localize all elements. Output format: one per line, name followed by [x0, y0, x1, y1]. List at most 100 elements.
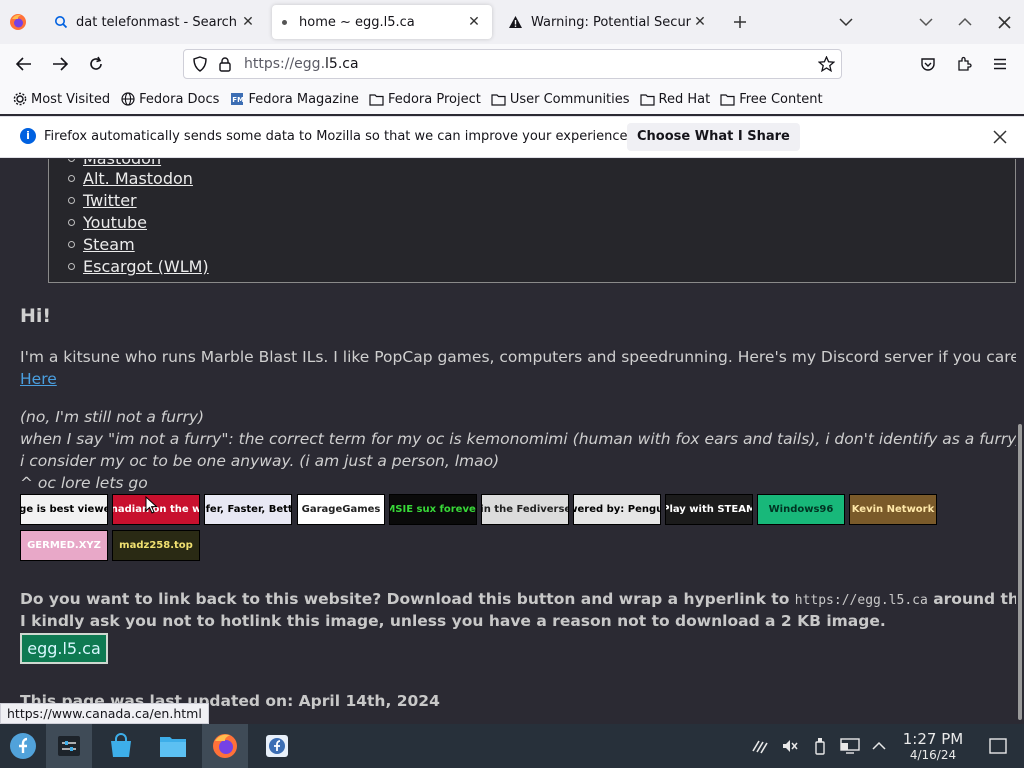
taskbar-files[interactable] [150, 724, 196, 768]
close-icon[interactable]: ✕ [240, 14, 256, 30]
social-link-label: Alt. Mastodon [83, 169, 193, 188]
social-link-label: Youtube [83, 213, 147, 232]
badge-fediverse[interactable]: Join the Fediverse!! [481, 494, 569, 525]
badge-madz258[interactable]: madz258.top [112, 530, 200, 561]
lock-icon[interactable] [218, 56, 232, 72]
usb-drive-icon [815, 738, 825, 755]
app-menu-button[interactable] [988, 52, 1012, 76]
tab-warning[interactable]: Warning: Potential Security ✕ [498, 5, 718, 39]
bullet [68, 197, 75, 204]
social-link-label: Steam [83, 235, 135, 254]
dot-icon [282, 19, 287, 25]
badge-best-viewed[interactable]: This page is best viewed with: [20, 494, 108, 525]
bookmark-label: Red Hat [658, 91, 711, 107]
scrollbar-thumb[interactable] [1018, 424, 1022, 720]
taskbar-fedora-app[interactable] [254, 724, 300, 768]
folder-icon [639, 92, 655, 107]
minimize-button[interactable] [914, 10, 938, 34]
bullet [68, 263, 75, 270]
url-bar[interactable]: https://egg.l5.ca [183, 49, 842, 79]
linkback-text-part: around the image. [933, 590, 1016, 608]
url-text[interactable]: https://egg.l5.ca [244, 56, 359, 72]
clock[interactable]: 1:27 PM 4/16/24 [900, 731, 966, 763]
folder-icon [491, 92, 506, 107]
bookmark-user-communities[interactable]: User Communities [491, 92, 630, 107]
taskbar-discover[interactable] [98, 724, 144, 768]
badge-germed[interactable]: GERMED.XYZ [20, 530, 108, 561]
badge-msie-sux[interactable]: MSIE sux forever [389, 494, 477, 525]
folder-icon [720, 92, 735, 107]
shield-icon[interactable] [192, 56, 208, 72]
gear-icon [12, 92, 27, 107]
device-tray-icon[interactable] [810, 736, 830, 756]
app-launcher[interactable] [0, 724, 46, 768]
mouse-cursor-icon [145, 496, 158, 514]
tab-title: home ~ egg.l5.ca [299, 14, 415, 30]
close-icon[interactable]: ✕ [692, 14, 708, 30]
display-tray-icon[interactable] [840, 736, 860, 756]
star-icon[interactable] [818, 56, 835, 72]
network-icon [752, 740, 768, 754]
bookmark-fedora-magazine[interactable]: FM Fedora Magazine [229, 92, 359, 107]
volume-muted-icon [783, 740, 798, 752]
badge-windows96[interactable]: Windows96 [757, 494, 845, 525]
badge-penguins[interactable]: powered by: Penguins [573, 494, 661, 525]
taskbar: 1:27 PM 4/16/24 [0, 724, 1024, 768]
bookmark-fedora-project[interactable]: Fedora Project [369, 92, 481, 107]
close-window-button[interactable] [992, 10, 1016, 34]
close-icon[interactable]: ✕ [466, 14, 482, 30]
bookmark-label: Fedora Magazine [248, 91, 359, 107]
reload-button[interactable] [84, 52, 108, 76]
choose-what-i-share-button[interactable]: Choose What I Share [627, 123, 800, 151]
egg-l5-button-image[interactable]: egg.l5.ca [20, 633, 108, 664]
badge-steam[interactable]: Play with STEAM [665, 494, 753, 525]
social-link-steam[interactable]: Steam [68, 235, 135, 254]
firefox-menu-icon[interactable] [9, 13, 27, 31]
back-button[interactable] [12, 52, 36, 76]
new-tab-button[interactable] [728, 10, 752, 34]
discord-link[interactable]: Here [20, 370, 57, 388]
hamburger-menu-icon [994, 58, 1006, 70]
page-scrollbar[interactable] [1016, 159, 1024, 724]
tab-search[interactable]: dat telefonmast - Search ✕ [44, 5, 266, 39]
bookmark-most-visited[interactable]: Most Visited [12, 92, 110, 107]
bookmark-label: Fedora Docs [139, 91, 220, 107]
bullet [68, 159, 75, 162]
list-all-tabs-button[interactable] [834, 10, 858, 34]
forward-button[interactable] [48, 52, 72, 76]
social-link-alt-mastodon[interactable]: Alt. Mastodon [68, 169, 193, 188]
pocket-button[interactable] [916, 52, 940, 76]
close-icon[interactable] [990, 127, 1010, 147]
note-text: (no, I'm still not a furry) [20, 408, 205, 426]
tab-strip: dat telefonmast - Search ✕ home ~ egg.l5… [0, 0, 1024, 44]
chevron-up-icon [872, 741, 886, 750]
taskbar-system-settings[interactable] [46, 724, 92, 768]
network-tray-icon[interactable] [750, 736, 770, 756]
note-text: ^ oc lore lets go [20, 474, 148, 492]
badge-firefox[interactable]: Safer, Faster, Better [204, 494, 292, 525]
badge-garagegames[interactable]: GarageGames [297, 494, 385, 525]
volume-tray-icon[interactable] [780, 736, 800, 756]
extensions-button[interactable] [952, 52, 976, 76]
shopping-bag-icon [111, 733, 131, 757]
tab-home[interactable]: home ~ egg.l5.ca ✕ [272, 5, 492, 39]
bookmark-red-hat[interactable]: Red Hat [639, 91, 711, 107]
page-content: Mastodon Alt. Mastodon Twitter Youtube S… [0, 159, 1016, 724]
show-desktop-button[interactable] [988, 736, 1008, 756]
social-link-mastodon[interactable]: Mastodon [68, 159, 161, 168]
globe-icon [120, 92, 135, 107]
badge-kevin-network[interactable]: Kevin Network [849, 494, 937, 525]
note-text: when I say "im not a furry": the correct… [20, 430, 1016, 448]
show-hidden-icons-button[interactable] [869, 736, 889, 756]
data-reporting-notification: i Firefox automatically sends some data … [0, 116, 1024, 158]
maximize-button[interactable] [953, 10, 977, 34]
tab-title: Warning: Potential Security [531, 14, 692, 30]
notification-message: Firefox automatically sends some data to… [44, 129, 632, 144]
social-link-escargot[interactable]: Escargot (WLM) [68, 257, 209, 276]
linkback-text-part: Do you want to link back to this website… [20, 590, 795, 608]
social-link-youtube[interactable]: Youtube [68, 213, 147, 232]
bookmark-fedora-docs[interactable]: Fedora Docs [120, 92, 219, 107]
bookmark-free-content[interactable]: Free Content [720, 92, 823, 107]
taskbar-firefox[interactable] [202, 724, 248, 768]
social-link-twitter[interactable]: Twitter [68, 191, 137, 210]
